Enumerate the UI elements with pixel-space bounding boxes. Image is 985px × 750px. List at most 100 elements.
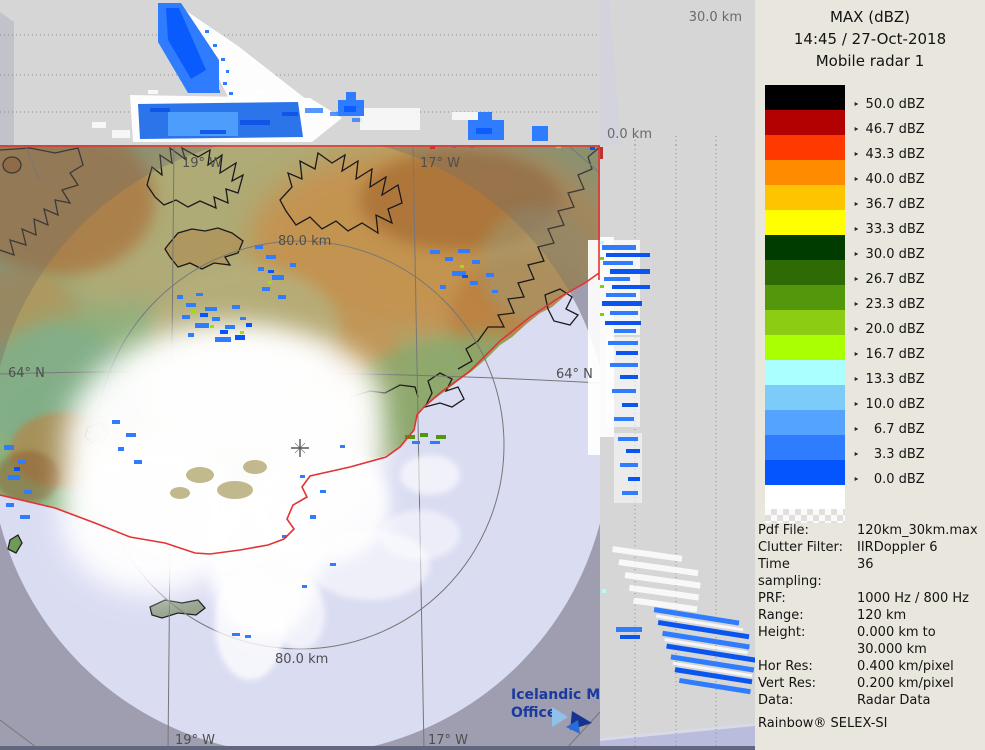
legend-label: ‣30.0 dBZ — [853, 247, 925, 262]
metadata-label: Height: — [758, 624, 857, 658]
meridian-19w-label-top: 19° W — [182, 156, 222, 171]
legend-swatch — [765, 85, 845, 110]
radar-application-window: 30.0 km 0.0 km — [0, 0, 985, 750]
legend-swatch — [765, 335, 845, 360]
legend-arrow-icon: ‣ — [853, 148, 860, 161]
metadata-value: IIRDoppler 6 — [857, 539, 938, 556]
metadata-row: Height:0.000 km to 30.000 km — [758, 624, 982, 658]
legend-swatch — [765, 310, 845, 335]
legend-arrow-icon: ‣ — [853, 473, 860, 486]
height-axis-max-label: 30.0 km — [689, 10, 742, 25]
legend-label: ‣36.7 dBZ — [853, 197, 925, 212]
legend-label: ‣46.7 dBZ — [853, 122, 925, 137]
legend-label: ‣10.0 dBZ — [853, 397, 925, 412]
metadata-value: Radar Data — [857, 692, 930, 709]
logo-text-line1: Icelandic Met — [511, 687, 600, 703]
legend-arrow-icon: ‣ — [853, 373, 860, 386]
product-title: MAX (dBZ) — [755, 6, 985, 28]
legend-swatch — [765, 185, 845, 210]
legend-label: ‣43.3 dBZ — [853, 147, 925, 162]
legend-arrow-icon: ‣ — [853, 298, 860, 311]
metadata-row: Hor Res:0.400 km/pixel — [758, 658, 982, 675]
legend-label: ‣13.3 dBZ — [853, 372, 925, 387]
metadata-label: Data: — [758, 692, 857, 709]
legend-arrow-icon: ‣ — [853, 273, 860, 286]
top-height-profile-panel[interactable]: 30.0 km 0.0 km — [0, 0, 755, 145]
metadata-row: Pdf File:120km_30km.max — [758, 522, 982, 539]
metadata-row: Clutter Filter:IIRDoppler 6 — [758, 539, 982, 556]
top-profile-left-edge — [0, 12, 14, 145]
metadata-row: Vert Res:0.200 km/pixel — [758, 675, 982, 692]
legend-label: ‣6.7 dBZ — [853, 422, 925, 437]
legend-arrow-icon: ‣ — [853, 98, 860, 111]
metadata-label: Clutter Filter: — [758, 539, 857, 556]
legend-arrow-icon: ‣ — [853, 348, 860, 361]
legend-swatch — [765, 110, 845, 135]
metadata-value: 36 — [857, 556, 874, 590]
logo-text-line2: Office — [511, 705, 556, 721]
legend-label: ‣20.0 dBZ — [853, 322, 925, 337]
legend-scale: ‣50.0 dBZ ‣46.7 dBZ ‣43.3 dBZ ‣40.0 dBZ ‣36.… — [765, 85, 981, 525]
range-ring-label-top: 80.0 km — [278, 234, 331, 249]
legend-label: ‣3.3 dBZ — [853, 447, 925, 462]
metadata-panel: Pdf File:120km_30km.maxClutter Filter:II… — [758, 522, 982, 732]
legend-swatch-transparent — [765, 485, 845, 509]
legend-arrow-icon: ‣ — [853, 448, 860, 461]
metadata-value: 120 km — [857, 607, 906, 624]
legend-swatch — [765, 160, 845, 185]
metadata-label: PRF: — [758, 590, 857, 607]
metadata-row: Data:Radar Data — [758, 692, 982, 709]
meridian-17w-label-top: 17° W — [420, 156, 460, 171]
height-axis-min-label: 0.0 km — [607, 127, 652, 142]
legend-arrow-icon: ‣ — [853, 173, 860, 186]
legend-arrow-icon: ‣ — [853, 223, 860, 236]
legend-label: ‣26.7 dBZ — [853, 272, 925, 287]
legend-arrow-icon: ‣ — [853, 123, 860, 136]
legend-swatch — [765, 360, 845, 385]
parallel-64n-label-right: 64° N — [556, 367, 593, 382]
legend-swatch — [765, 385, 845, 410]
legend-swatch — [765, 210, 845, 235]
legend-label: ‣0.0 dBZ — [853, 472, 925, 487]
legend-swatch — [765, 135, 845, 160]
range-ring-label-bottom: 80.0 km — [275, 652, 328, 667]
legend-arrow-icon: ‣ — [853, 323, 860, 336]
sidebar-header: MAX (dBZ) 14:45 / 27-Oct-2018 Mobile rad… — [755, 6, 985, 72]
metadata-value: 0.200 km/pixel — [857, 675, 954, 692]
legend-label: ‣50.0 dBZ — [853, 97, 925, 112]
legend-swatch — [765, 460, 845, 485]
metadata-row: Range:120 km — [758, 607, 982, 624]
legend-label: ‣23.3 dBZ — [853, 297, 925, 312]
metadata-label: Range: — [758, 607, 857, 624]
metadata-label: Hor Res: — [758, 658, 857, 675]
window-bottom-edge — [0, 746, 755, 750]
legend-label: ‣33.3 dBZ — [853, 222, 925, 237]
metadata-row: Time sampling:36 — [758, 556, 982, 590]
metadata-value: 120km_30km.max — [857, 522, 978, 539]
legend-arrow-icon: ‣ — [853, 198, 860, 211]
metadata-rows: Pdf File:120km_30km.maxClutter Filter:II… — [758, 522, 982, 709]
metadata-row: PRF:1000 Hz / 800 Hz — [758, 590, 982, 607]
metadata-value: 0.000 km to 30.000 km — [857, 624, 936, 658]
software-name: Rainbow® SELEX-SI — [758, 715, 982, 732]
legend-swatch — [765, 435, 845, 460]
metadata-value: 0.400 km/pixel — [857, 658, 954, 675]
radar-name: Mobile radar 1 — [755, 50, 985, 72]
legend-swatch — [765, 260, 845, 285]
legend-swatch — [765, 285, 845, 310]
metadata-value: 1000 Hz / 800 Hz — [857, 590, 969, 607]
legend-swatch — [765, 410, 845, 435]
radar-map-panel[interactable]: 19° W 17° W 64° N 64° N 80.0 km 80.0 km … — [0, 145, 600, 750]
legend-arrow-icon: ‣ — [853, 423, 860, 436]
legend-label: ‣40.0 dBZ — [853, 172, 925, 187]
scan-timestamp: 14:45 / 27-Oct-2018 — [755, 28, 985, 50]
legend-swatches — [765, 85, 845, 523]
right-height-profile-panel[interactable] — [600, 145, 755, 750]
legend-transparency-checker — [765, 509, 845, 523]
legend-label: ‣16.7 dBZ — [853, 347, 925, 362]
legend-arrow-icon: ‣ — [853, 248, 860, 261]
metadata-label: Vert Res: — [758, 675, 857, 692]
info-sidebar: MAX (dBZ) 14:45 / 27-Oct-2018 Mobile rad… — [755, 0, 985, 750]
metadata-label: Time sampling: — [758, 556, 857, 590]
legend-arrow-icon: ‣ — [853, 398, 860, 411]
